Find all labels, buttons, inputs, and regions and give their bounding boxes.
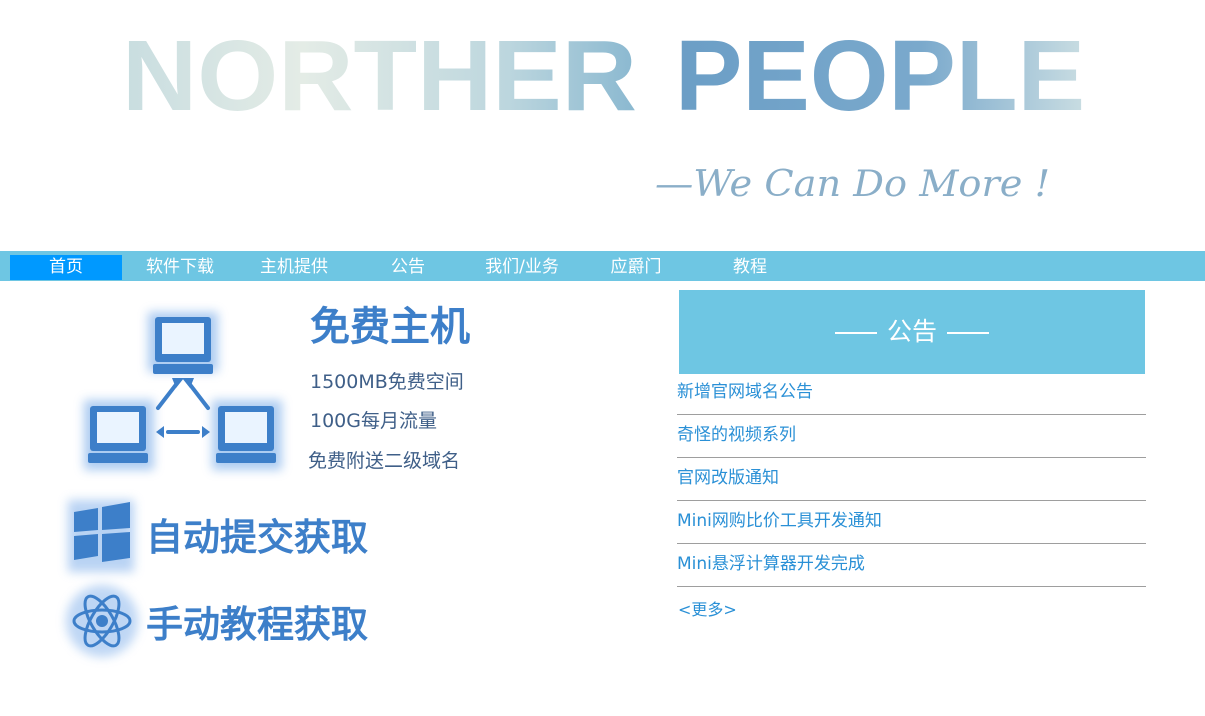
more-link[interactable]: <更多> bbox=[678, 596, 737, 620]
nav-item-home[interactable]: 首页 bbox=[10, 255, 122, 280]
manual-tutorial-label: 手动教程获取 bbox=[146, 603, 368, 646]
atom-icon bbox=[66, 585, 138, 657]
auto-submit-label: 自动提交获取 bbox=[146, 516, 368, 559]
host-feature-domain: 免费附送二级域名 bbox=[308, 450, 460, 472]
promo-graphics: 免费主机 1500MB免费空间 100G每月流量 免费附送二级域名 自动提交获取 bbox=[66, 304, 470, 657]
nav-item-tutorials[interactable]: 教程 bbox=[694, 255, 806, 280]
notice-item-new-domain[interactable]: 新增官网域名公告 bbox=[677, 372, 1146, 415]
manual-tutorial-button[interactable]: 手动教程获取 bbox=[66, 585, 368, 657]
notice-item-floating-calculator[interactable]: Mini悬浮计算器开发完成 bbox=[677, 544, 1146, 587]
title-rule-left bbox=[834, 332, 877, 334]
banner-title-left: NORTHER bbox=[122, 20, 637, 132]
notice-title-wrap: 公告 bbox=[679, 290, 1145, 374]
notice-item-price-compare-tool[interactable]: Mini网购比价工具开发通知 bbox=[677, 501, 1146, 544]
promo-column: 免费主机 1500MB免费空间 100G每月流量 免费附送二级域名 自动提交获取 bbox=[60, 290, 500, 670]
nav-item-software-download[interactable]: 软件下载 bbox=[124, 255, 236, 280]
notice-item-video-series[interactable]: 奇怪的视频系列 bbox=[677, 415, 1146, 458]
nav-item-announcements[interactable]: 公告 bbox=[352, 255, 464, 280]
nav-item-ying-jue-men[interactable]: 应爵门 bbox=[580, 255, 692, 280]
title-rule-right bbox=[947, 332, 989, 334]
computer-network-icon bbox=[84, 312, 282, 470]
host-feature-traffic: 100G每月流量 bbox=[310, 410, 437, 432]
banner-slogan: —We Can Do More ! bbox=[655, 164, 1050, 205]
header-banner: NORTHER PEOPLE —We Can Do More ! bbox=[0, 0, 1205, 250]
notice-header: 公告 bbox=[679, 290, 1145, 374]
banner-title-right: PEOPLE bbox=[675, 20, 1085, 132]
main-nav: 首页 软件下载 主机提供 公告 我们/业务 应爵门 教程 bbox=[0, 251, 1205, 281]
notice-list: 新增官网域名公告 奇怪的视频系列 官网改版通知 Mini网购比价工具开发通知 M… bbox=[677, 372, 1146, 587]
nav-item-about-business[interactable]: 我们/业务 bbox=[466, 255, 578, 280]
banner-logo: NORTHER PEOPLE —We Can Do More ! bbox=[122, 20, 1085, 205]
notice-item-site-redesign[interactable]: 官网改版通知 bbox=[677, 458, 1146, 501]
windows-logo-icon bbox=[68, 500, 134, 572]
host-feature-space: 1500MB免费空间 bbox=[310, 371, 464, 393]
auto-submit-button[interactable]: 自动提交获取 bbox=[68, 500, 368, 572]
free-host-title: 免费主机 bbox=[310, 304, 470, 350]
nav-item-hosting[interactable]: 主机提供 bbox=[238, 255, 350, 280]
notice-title: 公告 bbox=[886, 317, 937, 346]
